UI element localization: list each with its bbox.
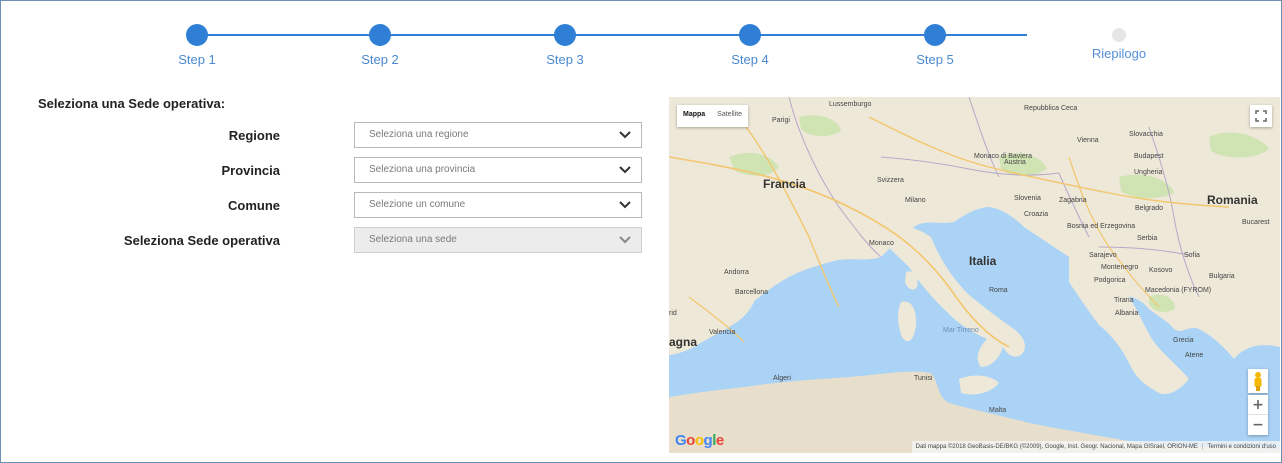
map-label-sofia: Sofia	[1184, 252, 1200, 259]
map-label-italia: Italia	[969, 254, 997, 268]
fullscreen-button[interactable]	[1250, 105, 1272, 127]
attribution-text: Dati mappa ©2018 GeoBasis-DE/BKG (©2009)…	[915, 444, 1198, 450]
form-title: Seleziona una Sede operativa:	[38, 96, 226, 111]
comune-label: Comune	[228, 198, 280, 213]
sede-select[interactable]: Seleziona una sede	[354, 227, 642, 253]
map-label-slovenia: Slovenia	[1014, 195, 1041, 202]
map-label-roma: Roma	[989, 287, 1008, 294]
map-view[interactable]: Francia Italia Romania Parigi Lussemburg…	[669, 97, 1280, 453]
zoom-control: + −	[1248, 395, 1268, 435]
comune-select-value: Selezione un comune	[369, 199, 466, 210]
map-label-kosovo: Kosovo	[1149, 267, 1173, 274]
map-label-malta: Malta	[989, 407, 1007, 414]
step-4-dot	[739, 24, 761, 46]
map-label-rid: rid	[669, 310, 677, 317]
map-label-macedonia: Macedonia (FYROM)	[1145, 287, 1212, 294]
map-label-albania: Albania	[1115, 310, 1139, 317]
chevron-down-icon	[619, 166, 631, 174]
step-1-label: Step 1	[178, 52, 216, 67]
pegman-icon	[1254, 372, 1262, 391]
provincia-row: Provincia Seleziona una provincia	[0, 157, 660, 185]
regione-select[interactable]: Seleziona una regione	[354, 122, 642, 148]
map-label-bucarest: Bucarest	[1242, 219, 1270, 226]
map-label-tunisi: Tunisi	[914, 375, 933, 382]
map-label-tirana: Tirana	[1114, 297, 1134, 304]
sede-row: Seleziona Sede operativa Seleziona una s…	[0, 227, 660, 255]
chevron-down-icon	[619, 201, 631, 209]
street-view-pegman-button[interactable]	[1248, 369, 1268, 393]
map-label-romania: Romania	[1207, 193, 1258, 207]
step-5[interactable]: Step 5	[875, 24, 995, 67]
step-5-dot	[924, 24, 946, 46]
map-label-francia: Francia	[763, 177, 806, 191]
map-label-repubblica-ceca: Repubblica Ceca	[1024, 105, 1078, 112]
step-4[interactable]: Step 4	[690, 24, 810, 67]
step-3[interactable]: Step 3	[505, 24, 625, 67]
step-1[interactable]: Step 1	[137, 24, 257, 67]
map-label-parigi: Parigi	[772, 117, 790, 124]
fullscreen-icon	[1255, 110, 1267, 122]
map-label-serbia: Serbia	[1137, 235, 1158, 242]
map-label-monaco: Monaco	[869, 240, 894, 247]
zoom-out-button[interactable]: −	[1248, 415, 1268, 435]
sede-select-value: Seleziona una sede	[369, 234, 457, 245]
map-label-podgorica: Podgorica	[1094, 277, 1126, 284]
map-label-lussemburgo: Lussemburgo	[829, 101, 872, 108]
map-tiles	[669, 97, 1280, 453]
google-logo[interactable]: Google	[675, 432, 724, 449]
provincia-label: Provincia	[221, 163, 280, 178]
step-2-dot	[369, 24, 391, 46]
map-label-milano: Milano	[905, 197, 926, 204]
map-label-grecia: Grecia	[1173, 337, 1194, 344]
attribution-separator: |	[1201, 444, 1204, 450]
step-riepilogo-dot	[1112, 28, 1126, 42]
provincia-select-value: Seleziona una provincia	[369, 164, 476, 175]
map-type-satellite-button[interactable]: Satellite	[711, 105, 748, 127]
map-label-zagabria: Zagabria	[1059, 197, 1087, 204]
map-label-valencia: Valencia	[709, 329, 736, 336]
map-type-control: Mappa Satellite	[677, 105, 749, 127]
zoom-in-button[interactable]: +	[1248, 395, 1268, 415]
step-1-dot	[186, 24, 208, 46]
step-5-label: Step 5	[916, 52, 954, 67]
step-2[interactable]: Step 2	[320, 24, 440, 67]
sede-label: Seleziona Sede operativa	[123, 233, 280, 248]
map-label-svizzera: Svizzera	[877, 177, 904, 184]
comune-select[interactable]: Selezione un comune	[354, 192, 642, 218]
map-label-budapest: Budapest	[1134, 153, 1164, 160]
map-label-slovacchia: Slovacchia	[1129, 131, 1163, 138]
step-riepilogo-label: Riepilogo	[1091, 46, 1147, 61]
map-label-agna: agna	[669, 335, 698, 349]
map-label-bulgaria: Bulgaria	[1209, 273, 1235, 280]
map-label-mar-tirreno: Mar Tirreno	[943, 327, 979, 334]
map-label-belgrado: Belgrado	[1135, 205, 1164, 212]
map-attribution: Dati mappa ©2018 GeoBasis-DE/BKG (©2009)…	[911, 441, 1280, 453]
map-label-barcellona: Barcellona	[735, 289, 769, 296]
map-label-bosnia: Bosnia ed Erzegovina	[1067, 223, 1136, 230]
step-riepilogo[interactable]: Riepilogo	[1059, 24, 1179, 61]
regione-label: Regione	[228, 128, 280, 143]
map-label-austria: Austria	[1004, 159, 1026, 166]
wizard-stepper: Step 1 Step 2 Step 3 Step 4 Step 5 Riepi…	[0, 0, 1282, 80]
step-4-label: Step 4	[731, 52, 769, 67]
map-label-vienna: Vienna	[1077, 137, 1099, 144]
map-label-algeri: Algeri	[773, 375, 791, 382]
map-label-montenegro: Montenegro	[1101, 264, 1139, 271]
terms-link[interactable]: Termini e condizioni d'uso	[1207, 444, 1276, 450]
provincia-select[interactable]: Seleziona una provincia	[354, 157, 642, 183]
chevron-down-icon	[619, 236, 631, 244]
regione-select-value: Seleziona una regione	[369, 129, 469, 140]
map-label-croazia: Croazia	[1024, 211, 1049, 218]
map-label-atene: Atene	[1185, 352, 1204, 359]
map-label-ungheria: Ungheria	[1134, 169, 1163, 176]
regione-row: Regione Seleziona una regione	[0, 122, 660, 150]
step-2-label: Step 2	[361, 52, 399, 67]
chevron-down-icon	[619, 131, 631, 139]
map-label-sarajevo: Sarajevo	[1089, 252, 1117, 259]
step-3-label: Step 3	[546, 52, 584, 67]
map-type-map-button[interactable]: Mappa	[677, 105, 711, 127]
map-label-andorra: Andorra	[724, 269, 749, 276]
comune-row: Comune Selezione un comune	[0, 192, 660, 220]
step-3-dot	[554, 24, 576, 46]
